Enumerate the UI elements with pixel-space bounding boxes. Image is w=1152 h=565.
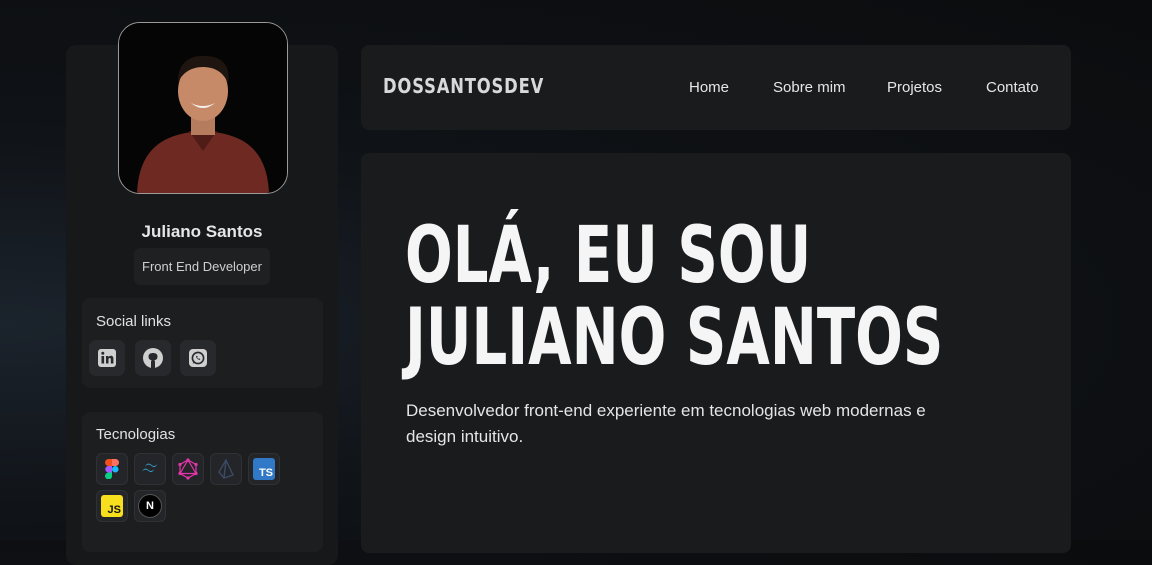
nav-contato[interactable]: Contato xyxy=(986,79,1039,96)
nav-home[interactable]: Home xyxy=(689,79,729,96)
social-links-title: Social links xyxy=(96,313,172,330)
hero-title-line-2: JULIANO SANTOS xyxy=(405,293,944,383)
technologies-card: Tecnologias TS JS N xyxy=(82,412,323,552)
profile-name: Juliano Santos xyxy=(141,222,263,241)
nav-sobre-mim[interactable]: Sobre mim xyxy=(773,79,846,96)
nav-projetos[interactable]: Projetos xyxy=(887,79,942,96)
whatsapp-icon xyxy=(189,349,207,367)
tech-nextjs: N xyxy=(134,490,166,522)
hero-section: OLÁ, EU SOU JULIANO SANTOS Desenvolvedor… xyxy=(361,153,1071,553)
profile-avatar xyxy=(118,22,288,194)
tech-graphql xyxy=(172,453,204,485)
tech-javascript: JS xyxy=(96,490,128,522)
github-icon xyxy=(143,348,163,368)
typescript-label: TS xyxy=(258,467,273,479)
tech-prisma xyxy=(210,453,242,485)
typescript-icon: TS xyxy=(253,458,275,480)
technologies-title: Tecnologias xyxy=(96,426,176,443)
role-badge: Front End Developer xyxy=(134,248,270,285)
prisma-icon xyxy=(218,459,234,479)
hero-subtitle: Desenvolvedor front-end experiente em te… xyxy=(406,401,926,446)
top-navbar: DOSSANTOSDEV Home Sobre mim Projetos Con… xyxy=(361,45,1071,130)
brand-logo[interactable]: DOSSANTOSDEV xyxy=(383,74,544,98)
nextjs-icon: N xyxy=(138,494,162,518)
tech-figma xyxy=(96,453,128,485)
whatsapp-link[interactable] xyxy=(180,340,216,376)
javascript-icon: JS xyxy=(101,495,123,517)
tech-typescript: TS xyxy=(248,453,280,485)
tech-tailwind xyxy=(134,453,166,485)
figma-icon xyxy=(105,459,119,479)
social-links-card: Social links xyxy=(82,298,323,388)
linkedin-icon xyxy=(98,349,116,367)
linkedin-link[interactable] xyxy=(89,340,125,376)
graphql-icon xyxy=(178,458,198,480)
javascript-label: JS xyxy=(107,504,121,516)
github-link[interactable] xyxy=(135,340,171,376)
nextjs-label: N xyxy=(146,500,154,512)
tailwind-icon xyxy=(142,463,158,472)
hero-title-line-1: OLÁ, EU SOU xyxy=(405,211,812,301)
